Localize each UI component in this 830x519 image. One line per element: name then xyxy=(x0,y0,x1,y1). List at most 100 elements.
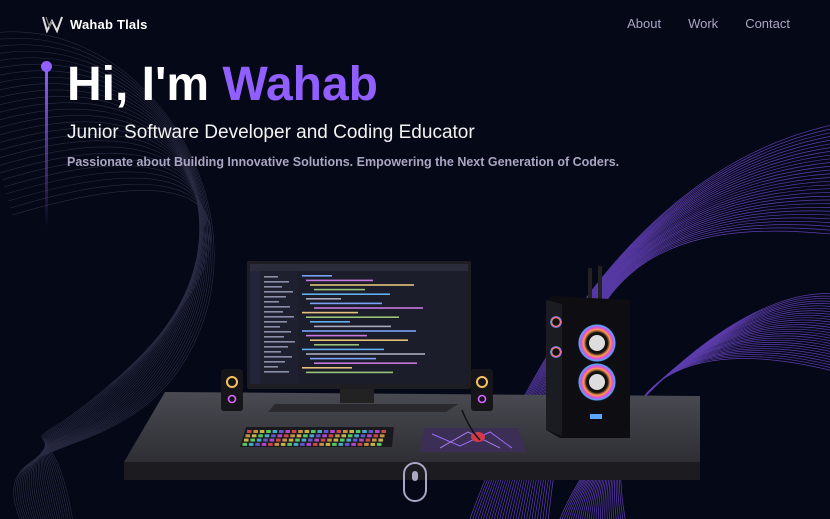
pc-tower xyxy=(546,266,630,438)
keyboard-key xyxy=(280,442,286,446)
nav-link-about[interactable]: About xyxy=(627,16,661,31)
keyboard-key xyxy=(373,434,379,438)
code-line xyxy=(306,298,341,300)
keyboard-key xyxy=(247,430,252,433)
keyboard-key xyxy=(355,430,361,433)
code-line xyxy=(314,344,359,346)
keyboard-key xyxy=(312,442,318,446)
explorer-entry xyxy=(264,321,287,323)
navbar: Wahab Tlals About Work Contact xyxy=(0,0,830,48)
keyboard-key xyxy=(311,430,316,433)
keyboard-key xyxy=(378,438,383,442)
scroll-indicator[interactable] xyxy=(403,462,427,502)
nav-link-work[interactable]: Work xyxy=(688,16,718,31)
keyboard-key xyxy=(268,442,273,446)
keyboard-key xyxy=(343,430,348,433)
keyboard-key xyxy=(325,442,331,446)
keyboard-key xyxy=(359,438,364,442)
keyboard-key xyxy=(288,438,294,442)
keyboard-key xyxy=(298,430,303,433)
nav-links: About Work Contact xyxy=(627,16,790,31)
keyboard-key xyxy=(354,434,359,438)
keyboard-key xyxy=(381,430,386,433)
keyboard-key xyxy=(263,438,268,442)
keyboard-key xyxy=(253,430,258,433)
code-line xyxy=(302,367,352,369)
code-line xyxy=(302,275,332,277)
keyboard-key xyxy=(320,438,326,442)
keyboard-key xyxy=(335,434,340,438)
keyboard-key xyxy=(368,430,374,433)
explorer-entry xyxy=(264,351,281,353)
keyboard-key xyxy=(332,442,337,446)
keyboard-key xyxy=(287,442,292,446)
keyboard-key xyxy=(251,434,257,438)
keyboard-key xyxy=(282,438,287,442)
keyboard-key xyxy=(317,430,322,433)
code-line xyxy=(310,357,376,360)
explorer-entry xyxy=(264,346,288,348)
keyboard-key xyxy=(372,438,377,442)
monitor xyxy=(247,261,471,412)
keyboard-key xyxy=(245,434,251,438)
explorer-entry xyxy=(264,371,289,373)
desk-scene[interactable] xyxy=(0,0,830,519)
keyboard-key xyxy=(346,438,351,442)
code-line xyxy=(314,362,417,364)
explorer-entry xyxy=(264,326,280,328)
left-speaker xyxy=(221,369,243,411)
keyboard-key xyxy=(376,442,382,446)
keyboard-key xyxy=(349,430,354,433)
code-line xyxy=(306,334,367,337)
keyboard-key xyxy=(379,434,385,438)
keyboard-key xyxy=(351,442,356,446)
keyboard-key xyxy=(319,442,324,446)
keyboard-key xyxy=(259,430,265,433)
keyboard-key xyxy=(290,434,295,438)
code-line xyxy=(306,353,425,355)
keyboard-key xyxy=(256,438,262,442)
brand-logo[interactable]: Wahab Tlals xyxy=(42,15,148,33)
keyboard-key xyxy=(365,438,371,442)
code-line xyxy=(310,339,408,341)
explorer-entry xyxy=(264,361,285,363)
keyboard-key xyxy=(375,430,380,433)
explorer-entry xyxy=(264,336,284,338)
keyboard-key xyxy=(370,442,376,446)
code-line xyxy=(314,288,365,291)
keyboard-key xyxy=(340,438,345,442)
keyboard-key xyxy=(315,434,321,438)
keyboard-key xyxy=(277,434,283,438)
code-line xyxy=(302,293,390,295)
keyboard-key xyxy=(323,430,329,433)
mouse-scroll-icon xyxy=(412,471,418,481)
code-line xyxy=(302,330,416,332)
keyboard-key xyxy=(272,430,278,433)
keyboard-key xyxy=(347,434,353,438)
code-line xyxy=(314,307,423,309)
keyboard-key xyxy=(269,438,275,442)
keyboard-key xyxy=(328,434,334,438)
explorer-entry xyxy=(264,286,282,288)
explorer-entry xyxy=(264,301,279,303)
keyboard-key xyxy=(255,442,260,446)
explorer-entry xyxy=(264,276,278,278)
keyboard-key xyxy=(303,434,308,438)
right-speaker xyxy=(471,369,493,411)
keyboard-key xyxy=(367,434,372,438)
code-line xyxy=(306,316,399,318)
brand-name: Wahab Tlals xyxy=(70,16,148,32)
keyboard-key xyxy=(364,442,369,446)
code-line xyxy=(310,302,382,305)
keyboard-key xyxy=(362,430,367,433)
keyboard-key xyxy=(357,442,363,446)
keyboard-key xyxy=(283,434,289,438)
keyboard-key xyxy=(250,438,255,442)
explorer-entry xyxy=(264,366,278,368)
keyboard-key xyxy=(271,434,276,438)
keyboard-key xyxy=(306,442,312,446)
nav-link-contact[interactable]: Contact xyxy=(745,16,790,31)
keyboard-key xyxy=(291,430,297,433)
keyboard-key xyxy=(242,442,248,446)
code-line xyxy=(306,371,393,374)
